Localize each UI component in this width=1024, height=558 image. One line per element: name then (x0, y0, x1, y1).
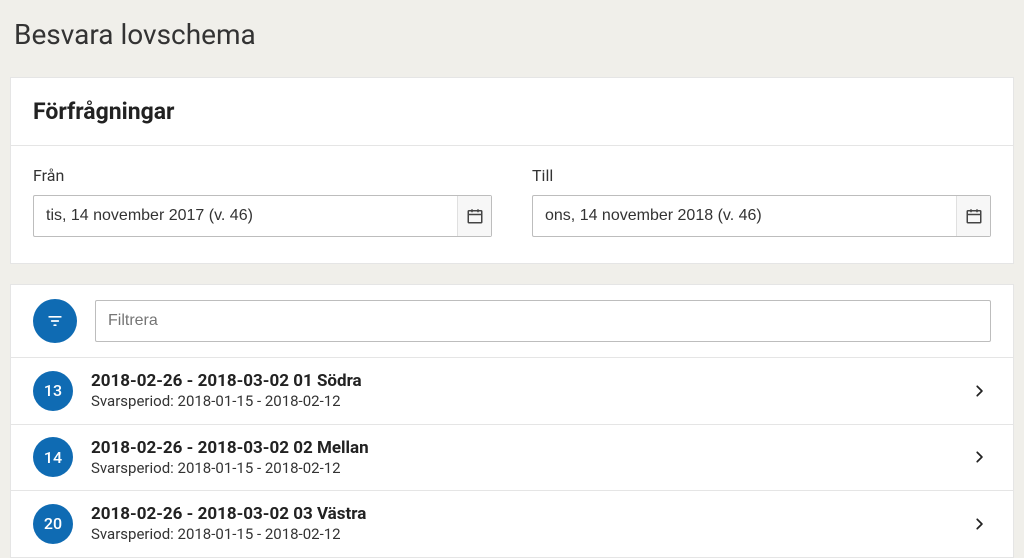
item-text: 2018-02-26 - 2018-03-02 02 Mellan Svarsp… (91, 437, 949, 479)
from-field: Från (33, 166, 492, 237)
filter-row (11, 299, 1013, 357)
list-panel: 13 2018-02-26 - 2018-03-02 01 Södra Svar… (10, 284, 1014, 558)
from-date-picker-button[interactable] (457, 196, 491, 236)
list-item[interactable]: 14 2018-02-26 - 2018-03-02 02 Mellan Sva… (11, 424, 1013, 491)
from-label: Från (33, 166, 492, 185)
chevron-right-icon (967, 450, 991, 464)
to-field: Till (532, 166, 991, 237)
period-row: Från Till (11, 146, 1013, 263)
item-title: 2018-02-26 - 2018-03-02 03 Västra (91, 503, 949, 525)
list-item[interactable]: 13 2018-02-26 - 2018-03-02 01 Södra Svar… (11, 357, 1013, 424)
item-title: 2018-02-26 - 2018-03-02 01 Södra (91, 370, 949, 392)
from-date-input[interactable] (34, 196, 457, 236)
item-title: 2018-02-26 - 2018-03-02 02 Mellan (91, 437, 949, 459)
to-input-wrap (532, 195, 991, 237)
requests-panel: Förfrågningar Från Till (10, 77, 1014, 264)
item-subtitle: Svarsperiod: 2018-01-15 - 2018-02-12 (91, 525, 949, 545)
filter-icon (45, 311, 65, 331)
from-input-wrap (33, 195, 492, 237)
item-subtitle: Svarsperiod: 2018-01-15 - 2018-02-12 (91, 392, 949, 412)
count-badge: 20 (33, 504, 73, 544)
calendar-icon (965, 207, 983, 225)
to-date-input[interactable] (533, 196, 956, 236)
list-item[interactable]: 20 2018-02-26 - 2018-03-02 03 Västra Sva… (11, 490, 1013, 557)
chevron-right-icon (967, 384, 991, 398)
to-label: Till (532, 166, 991, 185)
to-date-picker-button[interactable] (956, 196, 990, 236)
chevron-right-icon (967, 517, 991, 531)
requests-heading: Förfrågningar (11, 78, 1013, 146)
count-badge: 14 (33, 437, 73, 477)
filter-input[interactable] (95, 300, 991, 342)
item-text: 2018-02-26 - 2018-03-02 01 Södra Svarspe… (91, 370, 949, 412)
item-subtitle: Svarsperiod: 2018-01-15 - 2018-02-12 (91, 459, 949, 479)
page-title: Besvara lovschema (14, 18, 1014, 51)
filter-button[interactable] (33, 299, 77, 343)
calendar-icon (466, 207, 484, 225)
count-badge: 13 (33, 371, 73, 411)
